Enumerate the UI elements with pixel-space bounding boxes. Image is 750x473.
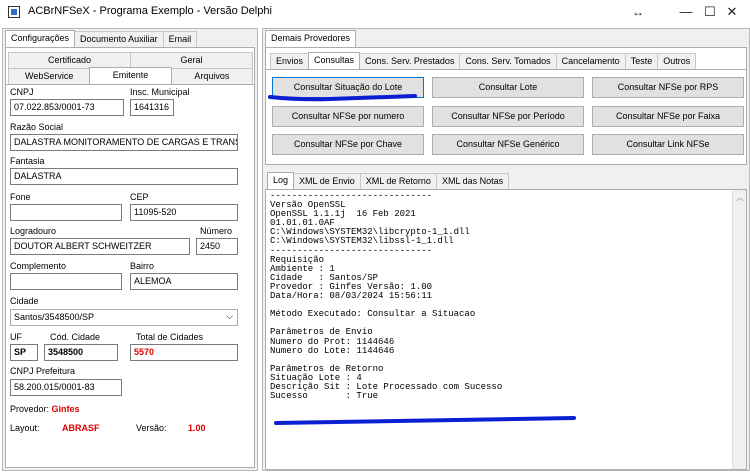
tab-configuracoes[interactable]: Configurações <box>5 30 76 47</box>
tab-demais-provedores[interactable]: Demais Provedores <box>265 30 357 47</box>
tab-emitente[interactable]: Emitente <box>89 67 172 84</box>
tab-log[interactable]: Log <box>267 172 295 189</box>
highlight-underline-button <box>268 94 417 102</box>
tab-consultas[interactable]: Consultas <box>308 52 361 69</box>
provider-tabs: Demais Provedores <box>265 30 357 47</box>
highlight-underline-result <box>274 416 576 425</box>
